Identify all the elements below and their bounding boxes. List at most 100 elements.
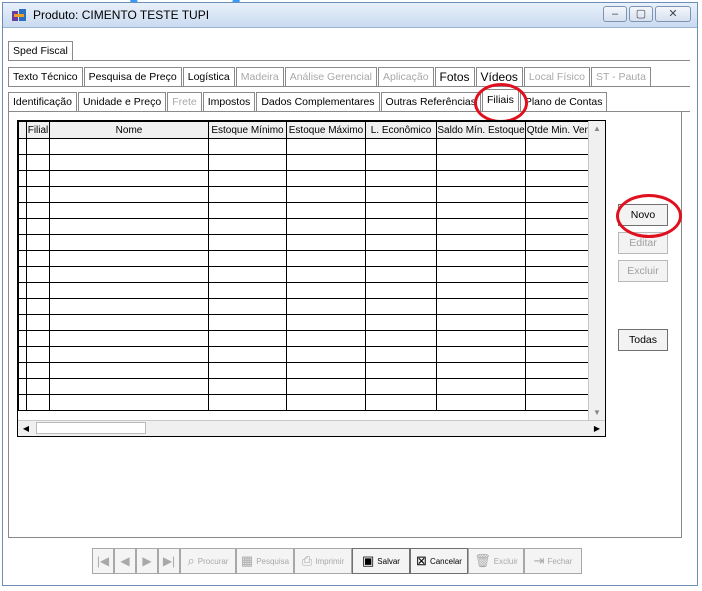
table-row[interactable] bbox=[18, 346, 603, 363]
table-row[interactable] bbox=[18, 170, 603, 187]
grid-cell[interactable] bbox=[365, 170, 437, 187]
grid-cell[interactable] bbox=[49, 362, 209, 379]
grid-cell[interactable] bbox=[26, 218, 50, 235]
tab-unidade-preco[interactable]: Unidade e Preço bbox=[77, 92, 167, 111]
grid-cell[interactable] bbox=[286, 266, 366, 283]
table-row[interactable] bbox=[18, 298, 603, 315]
grid-cell[interactable] bbox=[365, 394, 437, 411]
grid-cell[interactable] bbox=[365, 266, 437, 283]
grid-cell[interactable] bbox=[49, 234, 209, 251]
grid-cell[interactable] bbox=[286, 218, 366, 235]
fechar-button[interactable]: ⇥ Fechar bbox=[524, 548, 582, 574]
next-record-button[interactable]: ▶ bbox=[136, 548, 158, 574]
tab-st-pauta[interactable]: ST - Pauta bbox=[590, 67, 651, 86]
grid-cell[interactable] bbox=[49, 330, 209, 347]
grid-cell[interactable] bbox=[286, 250, 366, 267]
grid-cell[interactable] bbox=[286, 394, 366, 411]
grid-header-l-economico[interactable]: L. Econômico bbox=[365, 121, 437, 139]
grid-cell[interactable] bbox=[208, 186, 287, 203]
grid-cell[interactable] bbox=[208, 154, 287, 171]
table-row[interactable] bbox=[18, 314, 603, 331]
grid-cell[interactable] bbox=[286, 362, 366, 379]
grid-cell[interactable] bbox=[365, 154, 437, 171]
close-button[interactable]: ✕ bbox=[655, 6, 691, 22]
tab-analise-gerencial[interactable]: Análise Gerencial bbox=[284, 67, 377, 86]
grid-cell[interactable] bbox=[49, 298, 209, 315]
grid-cell[interactable] bbox=[49, 170, 209, 187]
grid-cell[interactable] bbox=[208, 314, 287, 331]
grid-cell[interactable] bbox=[49, 346, 209, 363]
todas-button[interactable]: Todas bbox=[618, 329, 668, 351]
tab-identificacao[interactable]: Identificação bbox=[8, 92, 77, 111]
grid-cell[interactable] bbox=[49, 202, 209, 219]
grid-cell[interactable] bbox=[286, 298, 366, 315]
grid-cell[interactable] bbox=[436, 202, 526, 219]
table-row[interactable] bbox=[18, 362, 603, 379]
grid-cell[interactable] bbox=[26, 154, 50, 171]
tab-impostos[interactable]: Impostos bbox=[202, 92, 256, 111]
grid-cell[interactable] bbox=[436, 346, 526, 363]
table-row[interactable] bbox=[18, 202, 603, 219]
grid-cell[interactable] bbox=[436, 234, 526, 251]
grid-cell[interactable] bbox=[365, 298, 437, 315]
grid-cell[interactable] bbox=[49, 154, 209, 171]
grid-cell[interactable] bbox=[49, 138, 209, 155]
grid-cell[interactable] bbox=[286, 186, 366, 203]
tab-local-fisico[interactable]: Local Físico bbox=[523, 67, 590, 86]
tab-texto-tecnico[interactable]: Texto Técnico bbox=[8, 67, 83, 86]
grid-cell[interactable] bbox=[49, 266, 209, 283]
horizontal-scrollbar[interactable]: ◀ ▶ bbox=[18, 420, 605, 436]
grid-cell[interactable] bbox=[365, 218, 437, 235]
grid-cell[interactable] bbox=[436, 282, 526, 299]
grid-cell[interactable] bbox=[26, 186, 50, 203]
table-row[interactable] bbox=[18, 186, 603, 203]
grid-cell[interactable] bbox=[49, 186, 209, 203]
grid-cell[interactable] bbox=[208, 330, 287, 347]
grid-cell[interactable] bbox=[208, 298, 287, 315]
grid-cell[interactable] bbox=[26, 282, 50, 299]
grid-cell[interactable] bbox=[365, 234, 437, 251]
table-row[interactable] bbox=[18, 138, 603, 155]
grid-cell[interactable] bbox=[286, 330, 366, 347]
grid-cell[interactable] bbox=[208, 266, 287, 283]
grid-header-estoque-maximo[interactable]: Estoque Máximo bbox=[286, 121, 366, 139]
tab-pesquisa-preco[interactable]: Pesquisa de Preço bbox=[83, 67, 182, 86]
tab-logistica[interactable]: Logística bbox=[182, 67, 235, 86]
grid-cell[interactable] bbox=[26, 202, 50, 219]
grid-cell[interactable] bbox=[49, 250, 209, 267]
grid-cell[interactable] bbox=[208, 250, 287, 267]
excluir-toolbar-button[interactable]: 🗑 Excluir bbox=[468, 548, 524, 574]
tab-dados-complementares[interactable]: Dados Complementares bbox=[256, 92, 380, 111]
grid-cell[interactable] bbox=[49, 282, 209, 299]
scroll-down-icon[interactable]: ▼ bbox=[589, 405, 605, 421]
grid-cell[interactable] bbox=[286, 314, 366, 331]
grid-cell[interactable] bbox=[286, 346, 366, 363]
grid-cell[interactable] bbox=[436, 138, 526, 155]
table-row[interactable] bbox=[18, 250, 603, 267]
scroll-right-icon[interactable]: ▶ bbox=[589, 421, 605, 436]
prev-record-button[interactable]: ◀ bbox=[114, 548, 136, 574]
grid-cell[interactable] bbox=[26, 362, 50, 379]
scroll-up-icon[interactable]: ▲ bbox=[589, 121, 605, 137]
grid-cell[interactable] bbox=[365, 378, 437, 395]
grid-cell[interactable] bbox=[208, 394, 287, 411]
grid-cell[interactable] bbox=[26, 378, 50, 395]
grid-cell[interactable] bbox=[208, 282, 287, 299]
minimize-button[interactable]: – bbox=[603, 6, 627, 22]
grid-header-filial[interactable]: Filial bbox=[26, 121, 50, 139]
grid-cell[interactable] bbox=[286, 202, 366, 219]
grid-cell[interactable] bbox=[436, 218, 526, 235]
grid-cell[interactable] bbox=[436, 362, 526, 379]
imprimir-button[interactable]: ⎙ Imprimir bbox=[294, 548, 352, 574]
grid-cell[interactable] bbox=[365, 186, 437, 203]
grid-cell[interactable] bbox=[286, 378, 366, 395]
grid-cell[interactable] bbox=[26, 138, 50, 155]
tab-plano-contas[interactable]: Plano de Contas bbox=[519, 92, 608, 111]
grid-cell[interactable] bbox=[436, 266, 526, 283]
table-row[interactable] bbox=[18, 282, 603, 299]
grid-cell[interactable] bbox=[436, 378, 526, 395]
grid-cell[interactable] bbox=[208, 362, 287, 379]
grid-cell[interactable] bbox=[365, 314, 437, 331]
grid-cell[interactable] bbox=[49, 314, 209, 331]
grid-cell[interactable] bbox=[436, 330, 526, 347]
